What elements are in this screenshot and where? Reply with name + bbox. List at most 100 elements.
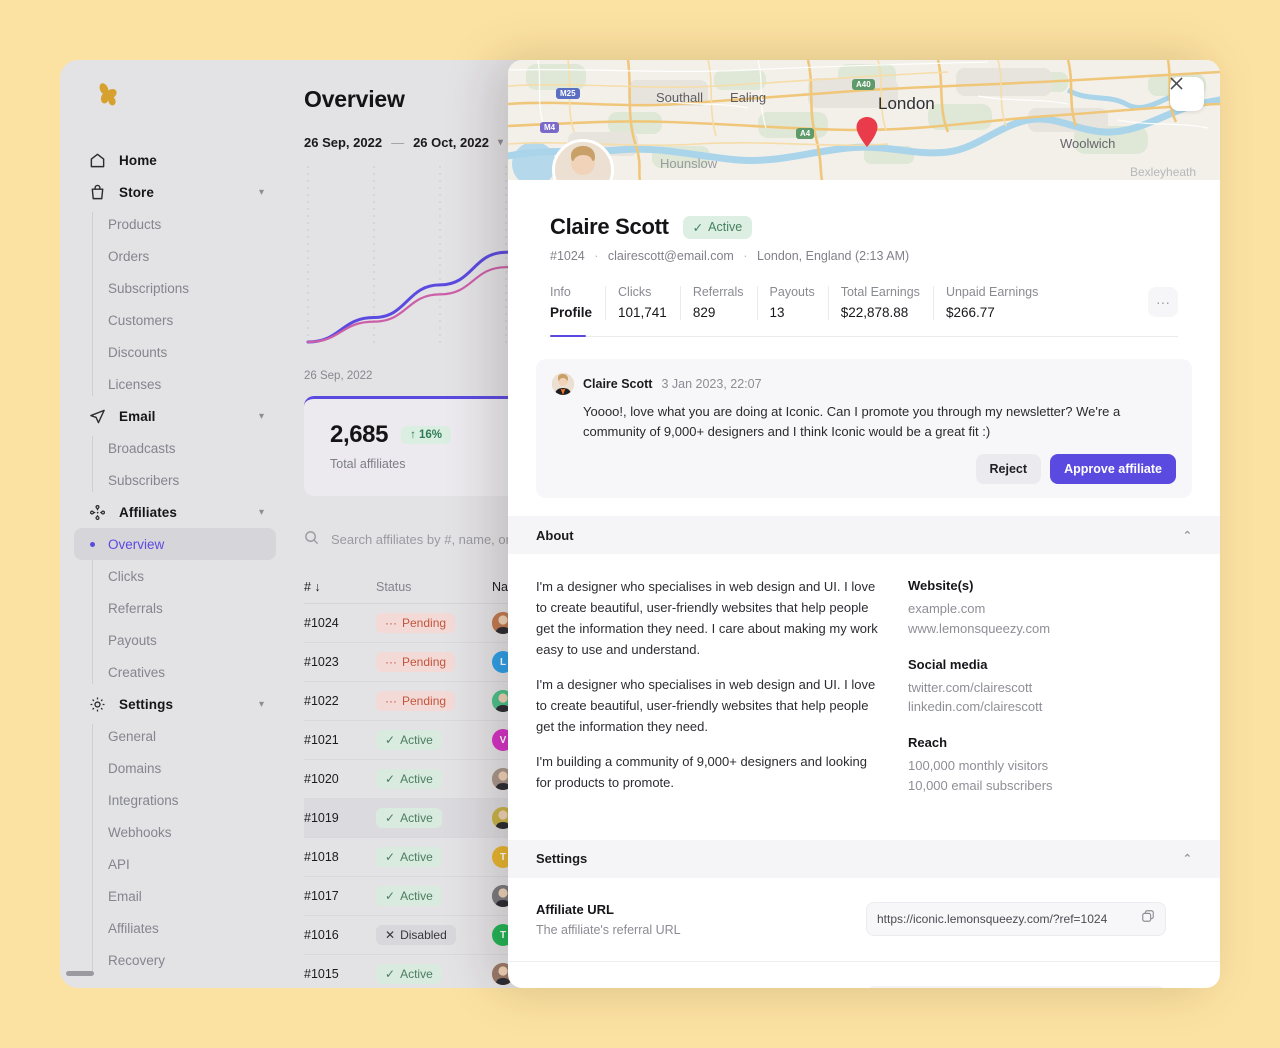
sidebar-item-label: Orders — [108, 248, 150, 264]
websites-heading: Website(s) — [908, 578, 974, 593]
manage-products-button[interactable]: Manage products → — [866, 985, 1166, 988]
sidebar-item-licenses[interactable]: Licenses — [74, 368, 276, 400]
sidebar-nav: Home Store ▾ Products Orders Subscriptions Cus… — [74, 144, 276, 976]
stat-value: 829 — [692, 305, 716, 320]
sidebar-item-general[interactable]: General — [74, 720, 276, 752]
stat-tab-clicks[interactable]: Clicks 101,741 — [605, 285, 693, 336]
website-link[interactable]: www.lemonsqueezy.com — [908, 619, 1192, 639]
status-cell: ✓ Active — [376, 847, 492, 867]
stat-tab-referrals[interactable]: Referrals 829 — [679, 285, 770, 336]
settings-section-header[interactable]: Settings ⌃ — [508, 839, 1220, 878]
divider — [756, 286, 758, 320]
affiliate-id-cell: #1021 — [304, 733, 339, 747]
sidebar-item-orders[interactable]: Orders — [74, 240, 276, 272]
sidebar-item-recovery[interactable]: Recovery — [74, 944, 276, 976]
website-link[interactable]: example.com — [908, 599, 1192, 619]
close-modal-button[interactable] — [1170, 77, 1204, 111]
chevron-up-icon: ⌃ — [1182, 529, 1192, 542]
sidebar-item-integrations[interactable]: Integrations — [74, 784, 276, 816]
sidebar-item-label: Broadcasts — [108, 440, 176, 456]
map-label-woolwich: Woolwich — [1060, 136, 1116, 151]
affiliate-url-field[interactable]: https://iconic.lemonsqueezy.com/?ref=102… — [866, 901, 1166, 936]
column-header[interactable]: # ↓ — [304, 580, 376, 594]
about-links: Website(s) example.com www.lemonsqueezy.… — [908, 576, 1192, 814]
gear-icon — [89, 696, 106, 713]
affiliate-email[interactable]: clairescott@email.com — [608, 249, 734, 263]
sidebar-item-email[interactable]: Email — [74, 880, 276, 912]
affiliate-id-cell: #1015 — [304, 967, 339, 981]
sidebar-item-label: API — [108, 856, 130, 872]
stat-key: Clicks — [618, 285, 652, 299]
copy-icon[interactable] — [1141, 909, 1155, 928]
stat-value: 13 — [769, 305, 785, 320]
reject-button[interactable]: Reject — [975, 454, 1042, 484]
affiliate-url-value: https://iconic.lemonsqueezy.com/?ref=102… — [877, 911, 1108, 926]
about-section-header[interactable]: About ⌃ — [508, 516, 1220, 554]
status-badge-label: Active — [708, 220, 743, 234]
bag-icon — [89, 184, 106, 201]
sidebar-item-affiliates[interactable]: Affiliates ▾ — [77, 496, 276, 528]
reach-heading: Reach — [908, 735, 948, 750]
check-icon: ✓ — [692, 220, 704, 235]
map-shield-a40: A40 — [852, 79, 875, 90]
sidebar-item-affiliates[interactable]: Affiliates — [74, 912, 276, 944]
sidebar-item-label: Webhooks — [108, 824, 172, 840]
sidebar-item-clicks[interactable]: Clicks — [74, 560, 276, 592]
stat-tab-total-earnings[interactable]: Total Earnings $22,878.88 — [827, 285, 946, 336]
status-cell: ✓ Active — [376, 730, 492, 750]
affiliate-id-cell: #1020 — [304, 772, 339, 786]
sidebar-item-domains[interactable]: Domains — [74, 752, 276, 784]
sidebar-item-label: Recovery — [108, 952, 166, 968]
stat-tab-unpaid-earnings[interactable]: Unpaid Earnings $266.77 — [932, 285, 1064, 336]
stat-tab-payouts[interactable]: Payouts 13 — [756, 285, 841, 336]
approve-affiliate-button[interactable]: Approve affiliate — [1050, 454, 1176, 484]
stat-tab-info[interactable]: Info Profile — [550, 285, 618, 337]
sidebar-item-discounts[interactable]: Discounts — [74, 336, 276, 368]
note-avatar — [552, 373, 574, 395]
affiliate-detail-modal: Southall Ealing London Woolwich Hounslow… — [508, 60, 1220, 988]
sidebar-scrollbar[interactable] — [66, 971, 94, 976]
sidebar-item-webhooks[interactable]: Webhooks — [74, 816, 276, 848]
sidebar-item-email[interactable]: Email ▾ — [77, 400, 276, 432]
sidebar-item-store[interactable]: Store ▾ — [77, 176, 276, 208]
sidebar-item-customers[interactable]: Customers — [74, 304, 276, 336]
status-icon: ✓ — [385, 811, 396, 825]
stat-value: 101,741 — [618, 305, 667, 320]
location-map[interactable]: Southall Ealing London Woolwich Hounslow… — [508, 60, 1220, 180]
sidebar-sublist-email: Broadcasts Subscribers — [74, 432, 276, 496]
social-link[interactable]: linkedin.com/clairescott — [908, 697, 1192, 717]
sidebar-sublist-affiliates: Overview Clicks Referrals Payouts Creatives — [74, 528, 276, 688]
sidebar-item-overview[interactable]: Overview — [74, 528, 276, 560]
paper-plane-icon — [89, 408, 106, 425]
sidebar-item-referrals[interactable]: Referrals — [74, 592, 276, 624]
sidebar-item-settings[interactable]: Settings ▾ — [77, 688, 276, 720]
social-link[interactable]: twitter.com/clairescott — [908, 678, 1192, 698]
status-icon: ··· — [385, 694, 397, 708]
avatar — [552, 139, 614, 180]
column-header[interactable]: Status — [376, 580, 492, 594]
sidebar-item-subscriptions[interactable]: Subscriptions — [74, 272, 276, 304]
affiliate-products-row: Affiliate products Products this affilia… — [508, 962, 1220, 989]
sidebar-item-home[interactable]: Home — [77, 144, 276, 176]
active-dot-icon — [90, 541, 95, 547]
map-shield-m4: M4 — [540, 122, 560, 133]
sidebar-item-payouts[interactable]: Payouts — [74, 624, 276, 656]
status-icon: ✕ — [385, 928, 396, 942]
affiliate-id-cell: #1023 — [304, 655, 339, 669]
more-options-button[interactable]: ··· — [1148, 287, 1178, 317]
affiliate-products-label: Affiliate products — [536, 986, 866, 989]
sidebar-item-products[interactable]: Products — [74, 208, 276, 240]
bio-paragraph: I'm a designer who specialises in web de… — [536, 579, 878, 658]
sidebar-item-subscribers[interactable]: Subscribers — [74, 464, 276, 496]
about-section-title: About — [536, 527, 574, 543]
sidebar-item-label: Home — [119, 152, 157, 168]
sidebar-item-api[interactable]: API — [74, 848, 276, 880]
nav-group-email: Email ▾ Broadcasts Subscribers — [74, 400, 276, 496]
sidebar-item-label: Settings — [119, 696, 174, 712]
websites-block: Website(s) example.com www.lemonsqueezy.… — [908, 578, 1192, 639]
home-icon — [89, 152, 106, 169]
sidebar-item-creatives[interactable]: Creatives — [74, 656, 276, 688]
arrow-up-icon: ↑ — [410, 429, 416, 441]
meta-separator-1: · — [594, 249, 599, 263]
sidebar-item-broadcasts[interactable]: Broadcasts — [74, 432, 276, 464]
